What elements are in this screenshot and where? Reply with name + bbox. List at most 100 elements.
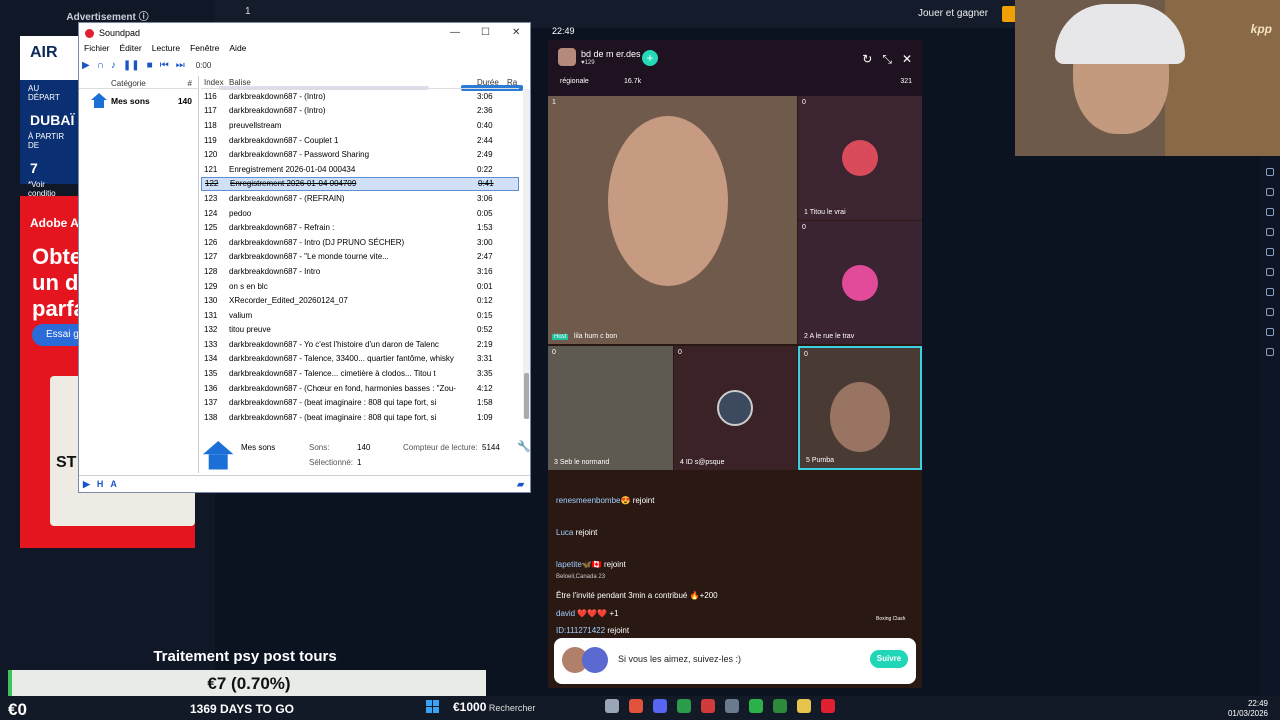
sidebar-icon[interactable] <box>1266 248 1274 256</box>
channel-logo: kpp <box>1250 22 1272 36</box>
table-row[interactable]: 130 XRecorder_Edited_20260124_07 0:12 <box>201 293 519 308</box>
boxing-clash-badge[interactable]: Boxing Clash <box>876 616 906 622</box>
sidebar-icon[interactable] <box>1266 168 1274 176</box>
text-icon[interactable]: A <box>110 479 117 489</box>
previous-icon[interactable]: ⏮ <box>160 60 169 71</box>
airline-ad[interactable]: AIR AU DÉPART DUBAÏ À PARTIR DE 7 *Voir … <box>20 36 80 198</box>
table-row[interactable]: 122 Enregistrement 2026-01-04 004709 0:41 <box>201 176 519 192</box>
table-row[interactable]: 125 darkbreakdown687 - Refrain : 1:53 <box>201 220 519 235</box>
cell-tag: darkbreakdown687 - (Intro) <box>229 91 326 101</box>
table-row[interactable]: 129 on s en blc 0:01 <box>201 279 519 294</box>
table-row[interactable]: 126 darkbreakdown687 - Intro (DJ PRUNO SÉ… <box>201 235 519 250</box>
guest-tile-2[interactable]: 0 2 A le rue le trav <box>798 221 922 344</box>
selected-label: Sélectionné: <box>309 458 354 467</box>
app-icon[interactable] <box>797 699 811 713</box>
taskbar-search[interactable]: €1000 Rechercher <box>453 700 593 716</box>
close-live-icon[interactable]: ✕ <box>902 52 912 66</box>
table-header: Index Balise Durée Ra <box>201 76 519 89</box>
stop-icon[interactable]: ■ <box>147 60 153 71</box>
sidebar-icon[interactable] <box>1266 328 1274 336</box>
column-duration[interactable]: Durée <box>477 78 507 88</box>
guest-tile-5[interactable]: 0 5 Pumba <box>798 346 922 470</box>
table-row[interactable]: 127 darkbreakdown687 - "Le monde tourne v… <box>201 250 519 265</box>
sidebar-icon[interactable] <box>1266 288 1274 296</box>
table-row[interactable]: 135 darkbreakdown687 - Talence... cimetiè… <box>201 366 519 381</box>
table-row[interactable]: 132 titou preuve 0:52 <box>201 323 519 338</box>
region-badge[interactable]: régionale <box>560 78 589 85</box>
scroll-thumb[interactable] <box>524 373 529 419</box>
hotkey-icon[interactable]: H <box>97 479 104 489</box>
sidebar-icon[interactable] <box>1266 268 1274 276</box>
next-icon[interactable]: ⏭ <box>176 60 185 71</box>
close-icon[interactable]: ✕ <box>512 27 520 38</box>
guest-tile-4[interactable]: 0 4 ID s@psque <box>674 346 797 470</box>
table-row[interactable]: 119 darkbreakdown687 - Couplet 1 2:44 <box>201 133 519 148</box>
table-row[interactable]: 116 darkbreakdown687 - (Intro) 3:06 <box>201 89 519 104</box>
media-icon[interactable] <box>677 699 691 713</box>
live-stream-panel: bd de m er.des ♥129 + ↻ ⤡ ✕ régionale 16… <box>548 40 922 688</box>
table-scrollbar[interactable] <box>523 89 530 419</box>
play-icon[interactable]: ▶ <box>82 60 90 71</box>
microphone-icon[interactable]: ♪ <box>111 60 116 71</box>
table-row[interactable]: 121 Enregistrement 2026-01-04 000434 0:22 <box>201 162 519 177</box>
brave-icon[interactable] <box>629 699 643 713</box>
menu-fichier[interactable]: Fichier <box>84 43 110 56</box>
table-row[interactable]: 117 darkbreakdown687 - (Intro) 2:36 <box>201 104 519 119</box>
table-row[interactable]: 123 darkbreakdown687 - (REFRAIN) 3:06 <box>201 191 519 206</box>
sidebar-icon[interactable] <box>1266 348 1274 356</box>
headphones-icon[interactable]: ∩ <box>97 60 104 71</box>
table-row[interactable]: 136 darkbreakdown687 - (Chœur en fond, ha… <box>201 381 519 396</box>
sidebar-icon[interactable] <box>1266 208 1274 216</box>
tab-title[interactable]: 1 <box>245 6 251 17</box>
cell-dur: 0:12 <box>477 296 493 306</box>
file-explorer-icon[interactable] <box>605 699 619 713</box>
table-row[interactable]: 128 darkbreakdown687 - Intro 3:16 <box>201 264 519 279</box>
table-row[interactable]: 124 pedoo 0:05 <box>201 206 519 221</box>
category-header-label: Catégorie <box>111 79 146 88</box>
follow-button[interactable]: Suivre <box>870 650 908 668</box>
discord-icon[interactable] <box>653 699 667 713</box>
wrench-icon[interactable]: 🔧 <box>517 440 531 453</box>
minimize-live-icon[interactable]: ⤡ <box>882 52 892 66</box>
table-row[interactable]: 134 darkbreakdown687 - Talence, 33400... … <box>201 352 519 367</box>
game-icon[interactable] <box>1002 6 1016 22</box>
share-icon[interactable]: ↻ <box>862 52 872 66</box>
host-avatar[interactable] <box>558 48 576 66</box>
column-rating[interactable]: Ra <box>507 78 517 88</box>
guest-tile-1[interactable]: 0 1 Titou le vrai <box>798 96 922 220</box>
menu-aide[interactable]: Aide <box>229 43 246 56</box>
guest-tile-3[interactable]: 0 3 Seb le normand <box>548 346 673 470</box>
follow-plus-icon[interactable]: + <box>642 50 658 66</box>
menu-lecture[interactable]: Lecture <box>152 43 180 56</box>
column-index[interactable]: Index <box>201 78 229 88</box>
windows-start-icon[interactable] <box>426 700 440 714</box>
column-tag[interactable]: Balise <box>229 78 477 88</box>
app-icon[interactable] <box>749 699 763 713</box>
table-row[interactable]: 120 darkbreakdown687 - Password Sharing 2:… <box>201 147 519 162</box>
menu-editer[interactable]: Éditer <box>120 43 142 56</box>
table-row[interactable]: 138 darkbreakdown687 - (beat imaginaire :… <box>201 410 519 422</box>
app-icon[interactable] <box>773 699 787 713</box>
jouer-et-gagner-link[interactable]: Jouer et gagner <box>918 8 988 19</box>
chat-icon[interactable]: ▰ <box>517 479 524 490</box>
viewer-count[interactable]: 321 <box>900 78 912 85</box>
table-row[interactable]: 133 darkbreakdown687 - Yo c'est l'histoir… <box>201 337 519 352</box>
pause-icon[interactable]: ❚❚ <box>123 60 140 71</box>
footer-play-icon[interactable]: ▶ <box>83 479 90 490</box>
soundpad-taskbar-icon[interactable] <box>821 699 835 713</box>
host-name[interactable]: bd de m er.des <box>581 49 641 59</box>
table-row[interactable]: 131 valium 0:15 <box>201 308 519 323</box>
table-row[interactable]: 137 darkbreakdown687 - (beat imaginaire :… <box>201 395 519 410</box>
minimize-icon[interactable]: — <box>450 27 460 38</box>
category-item-mes-sons[interactable]: Mes sons 140 <box>79 89 198 108</box>
settings-icon[interactable] <box>725 699 739 713</box>
maximize-icon[interactable]: ☐ <box>481 27 490 38</box>
sidebar-icon[interactable] <box>1266 188 1274 196</box>
host-video-tile[interactable]: 1 Host lila hum c bon <box>548 96 797 344</box>
sidebar-icon[interactable] <box>1266 228 1274 236</box>
table-row[interactable]: 118 preuvellstream 0:40 <box>201 118 519 133</box>
taskbar-clock[interactable]: 22:49 01/03/2026 <box>1218 699 1268 719</box>
sidebar-icon[interactable] <box>1266 308 1274 316</box>
app-icon[interactable] <box>701 699 715 713</box>
menu-fenetre[interactable]: Fenêtre <box>190 43 219 56</box>
